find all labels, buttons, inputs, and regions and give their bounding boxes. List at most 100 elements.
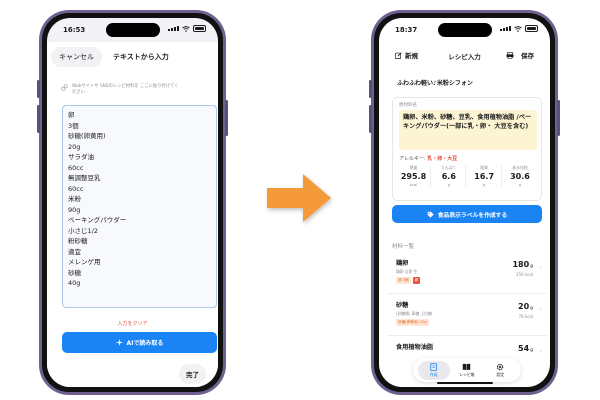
document-edit-icon (430, 362, 437, 371)
nutrition-row: 熱量 295.8 kcal たんぱく 6.6 g 脂質 16.7 g 炭水化物 … (397, 165, 537, 187)
ai-read-label: AIで読み取る (126, 340, 164, 347)
list-item[interactable]: 砂糖 (砂糖類) 車糖 上白糖 砂糖(卵黄用) 20g 20g 78 kcal … (388, 294, 547, 336)
materials-section-title: 材料一覧 (392, 244, 415, 250)
printer-icon (506, 51, 514, 59)
recipe-name-field[interactable]: ふわふわ軽い♪米粉シフォン (392, 74, 542, 89)
allergy-value: 乳・卵・大豆 (427, 156, 458, 162)
tab-create[interactable]: 作成 (417, 360, 450, 380)
create-label-button[interactable]: 食品表示ラベルを作成する (392, 205, 542, 223)
status-time: 18:37 (395, 26, 418, 34)
text-line: メレンゲ用 (68, 258, 101, 266)
paste-hint: Webサイトや SNSのレシピ材料を ここに貼り付けてください (61, 84, 182, 96)
tab-bar: 作成 レシピ帳 設定 (413, 358, 521, 382)
battery-icon (525, 25, 538, 32)
text-line: 3個 (68, 121, 79, 130)
signal-icon (500, 26, 511, 31)
tag-icon (427, 211, 434, 218)
sparkle-icon (115, 339, 123, 346)
text-line: 小さじ1/2 (68, 226, 98, 235)
chevron-right-icon: › (539, 306, 542, 313)
text-line: 20g (68, 142, 81, 151)
text-line: 米粉 (68, 195, 81, 203)
material-unit: g (530, 306, 533, 311)
text-line: サラダ油 (68, 153, 94, 161)
nutrition-cell: 炭水化物 30.6 g (503, 165, 537, 187)
recipe-text-area[interactable]: 卵 3個砂糖(卵黄用) 20g サラダ油 60cc 無調整豆乳 60cc 米粉 90g ベーキング… (62, 105, 217, 308)
nutrition-cell: たんぱく 6.6 g (432, 165, 467, 187)
material-tag: 砂糖(卵黄用) 20g (396, 319, 429, 326)
allergy-row: アレルギー: 乳・卵・大豆 (399, 155, 457, 162)
nutrition-label: 熱量 (409, 165, 418, 170)
link-icon (61, 84, 68, 91)
tab-settings[interactable]: 設定 (484, 361, 516, 380)
wifi-icon (514, 25, 522, 32)
gear-icon (497, 363, 504, 370)
material-kcal: 78 kcal (518, 314, 533, 319)
raw-material-label: 原材料名 (399, 103, 417, 108)
nutrition-cell: 熱量 295.8 kcal (397, 165, 431, 187)
text-line: 無調整豆乳 (68, 174, 101, 182)
material-unit: g (530, 348, 533, 353)
nutrition-unit: g (447, 182, 451, 187)
text-line: ベーキングパウダー (68, 216, 127, 224)
label-preview-card: 原材料名 鶏卵、米粉、砂糖、豆乳、食用植物油脂 /ベーキングパウダー(一部に乳・… (392, 97, 542, 201)
material-amount: 54 (518, 344, 530, 353)
material-amount: 20 (518, 302, 530, 311)
status-time: 16:53 (63, 26, 86, 34)
material-amount: 180 (512, 260, 530, 269)
nutrition-unit: g (482, 182, 486, 187)
materials-list: 鶏卵 鶏卵 全卵 生 卵 3個 卵 180g 256 kcal › 砂糖 (砂糖… (388, 252, 547, 372)
signal-icon (168, 26, 179, 31)
allergen-tag: 卵 (412, 277, 421, 284)
allergy-label: アレルギー: (399, 156, 426, 162)
tab-recipe-book[interactable]: レシピ帳 (451, 361, 483, 380)
text-line: 90g (68, 205, 81, 214)
text-line: 適宜 (68, 247, 81, 256)
left-phone-frame: 16:53 キャンセル テキストから入力 Webサイトや SNSのレシピ材料を … (37, 10, 228, 395)
book-icon (463, 363, 471, 370)
clear-input-button[interactable]: 入力をクリア (47, 320, 218, 327)
chevron-right-icon: › (539, 264, 542, 271)
status-bar: 18:37 (379, 18, 550, 40)
ai-read-button[interactable]: AIで読み取る (62, 332, 217, 353)
done-button[interactable]: 完了 (179, 364, 206, 384)
create-label-text: 食品表示ラベルを作成する (437, 212, 508, 219)
save-button[interactable]: 保存 (499, 46, 541, 64)
paste-hint-text: Webサイトや SNSのレシピ材料を ここに貼り付けてください (72, 84, 179, 95)
nutrition-unit: g (518, 182, 522, 187)
nutrition-value: 30.6 (510, 172, 530, 181)
material-sub: (砂糖類) 車糖 上白糖 (396, 311, 432, 316)
status-bar: 16:53 (47, 18, 218, 40)
tab-label: 設定 (496, 371, 505, 377)
nutrition-unit: kcal (409, 182, 418, 187)
text-line: 砂糖 (68, 268, 81, 277)
text-line: 砂糖(卵黄用) (68, 132, 106, 140)
text-line: 粉砂糖 (68, 237, 88, 245)
wifi-icon (182, 25, 190, 32)
transition-arrow-icon (267, 174, 331, 222)
ingredients-text: 鶏卵、米粉、砂糖、豆乳、食用植物油脂 /ベーキングパウダー(一部に乳・卵・ 大豆… (399, 110, 537, 150)
nutrition-label: たんぱく (441, 165, 457, 170)
text-line: 卵 (68, 111, 75, 119)
nutrition-label: 脂質 (480, 165, 488, 170)
right-phone-frame: 18:37 新規 レシピ入力 保存 ふわふわ軽い♪米粉シフォン 原材料名 鶏卵、… (369, 10, 560, 395)
text-line: 40g (68, 279, 81, 287)
nutrition-label: 炭水化物 (512, 165, 528, 170)
list-item[interactable]: 鶏卵 鶏卵 全卵 生 卵 3個 卵 180g 256 kcal › (388, 252, 547, 294)
cancel-button[interactable]: キャンセル (51, 47, 102, 67)
text-line: 60cc (68, 184, 84, 193)
nutrition-value: 16.7 (474, 172, 495, 181)
material-kcal: 256 kcal (516, 272, 533, 277)
nutrition-value: 295.8 (400, 172, 427, 181)
save-label: 保存 (521, 52, 534, 60)
chevron-right-icon: › (539, 348, 542, 355)
battery-icon (193, 25, 206, 32)
tab-label: 作成 (429, 371, 438, 377)
sheet-title: テキストから入力 (113, 53, 169, 61)
nutrition-cell: 脂質 16.7 g (468, 165, 502, 187)
nutrition-value: 6.6 (441, 172, 456, 181)
material-unit: g (530, 264, 533, 269)
text-line: 60cc (68, 163, 84, 172)
text-input-sheet: キャンセル テキストから入力 Webサイトや SNSのレシピ材料を ここに貼り付… (47, 42, 218, 387)
home-indicator (436, 382, 493, 384)
